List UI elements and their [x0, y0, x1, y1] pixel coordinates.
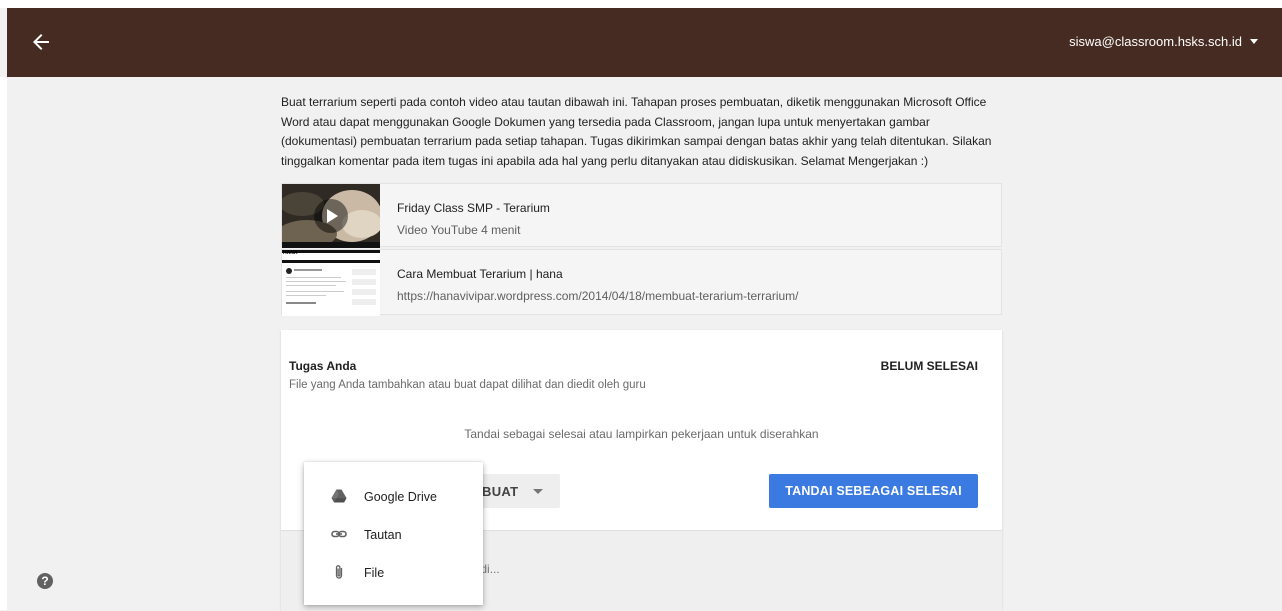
menu-item-link[interactable]: Tautan: [304, 517, 483, 553]
assignment-description: Buat terrarium seperti pada contoh video…: [281, 95, 992, 168]
work-subtitle: File yang Anda tambahkan atau buat dapat…: [289, 379, 646, 391]
work-hint: Tandai sebagai selesai atau lampirkan pe…: [464, 427, 819, 441]
add-attachment-menu: Google Drive Tautan File: [304, 462, 483, 605]
material-title: Friday Class SMP - Terarium: [397, 201, 550, 215]
help-icon[interactable]: ?: [37, 573, 53, 589]
material-title: Cara Membuat Terarium | hana: [397, 267, 563, 281]
link-thumbnail: HANA: [282, 250, 380, 316]
material-link[interactable]: HANA Cara Membuat Terarium | hana https:…: [281, 249, 1002, 316]
add-or-create-button[interactable]: BUAT: [482, 474, 560, 508]
material-video[interactable]: Friday Class SMP - Terarium Video YouTub…: [281, 183, 1002, 248]
work-title: Tugas Anda: [289, 359, 357, 373]
material-url: https://hanavivipar.wordpress.com/2014/0…: [397, 289, 799, 303]
paperclip-icon: [331, 564, 347, 580]
top-strip: [0, 0, 1282, 8]
video-thumbnail: [282, 184, 380, 248]
chevron-down-icon: [533, 489, 543, 494]
link-icon: [331, 526, 347, 542]
mark-as-done-button[interactable]: TANDAI SEBEAGAI SELESAI: [769, 474, 978, 508]
google-drive-icon: [331, 488, 347, 504]
material-subtitle: Video YouTube 4 menit: [397, 223, 521, 237]
play-icon[interactable]: [314, 199, 348, 233]
menu-item-label: Tautan: [364, 528, 402, 542]
back-arrow-icon[interactable]: [29, 30, 53, 54]
menu-item-file[interactable]: File: [304, 555, 483, 591]
left-edge: [0, 77, 7, 610]
add-button-label: BUAT: [482, 483, 519, 499]
account-email: siswa@classroom.hsks.sch.id: [1069, 34, 1242, 49]
chevron-down-icon: [1250, 39, 1258, 44]
status-badge: BELUM SELESAI: [880, 359, 978, 373]
app-bar: siswa@classroom.hsks.sch.id: [7, 8, 1282, 77]
menu-item-google-drive[interactable]: Google Drive: [304, 479, 483, 515]
account-menu[interactable]: siswa@classroom.hsks.sch.id: [1069, 34, 1258, 49]
menu-item-label: Google Drive: [364, 490, 437, 504]
menu-item-label: File: [364, 566, 385, 580]
